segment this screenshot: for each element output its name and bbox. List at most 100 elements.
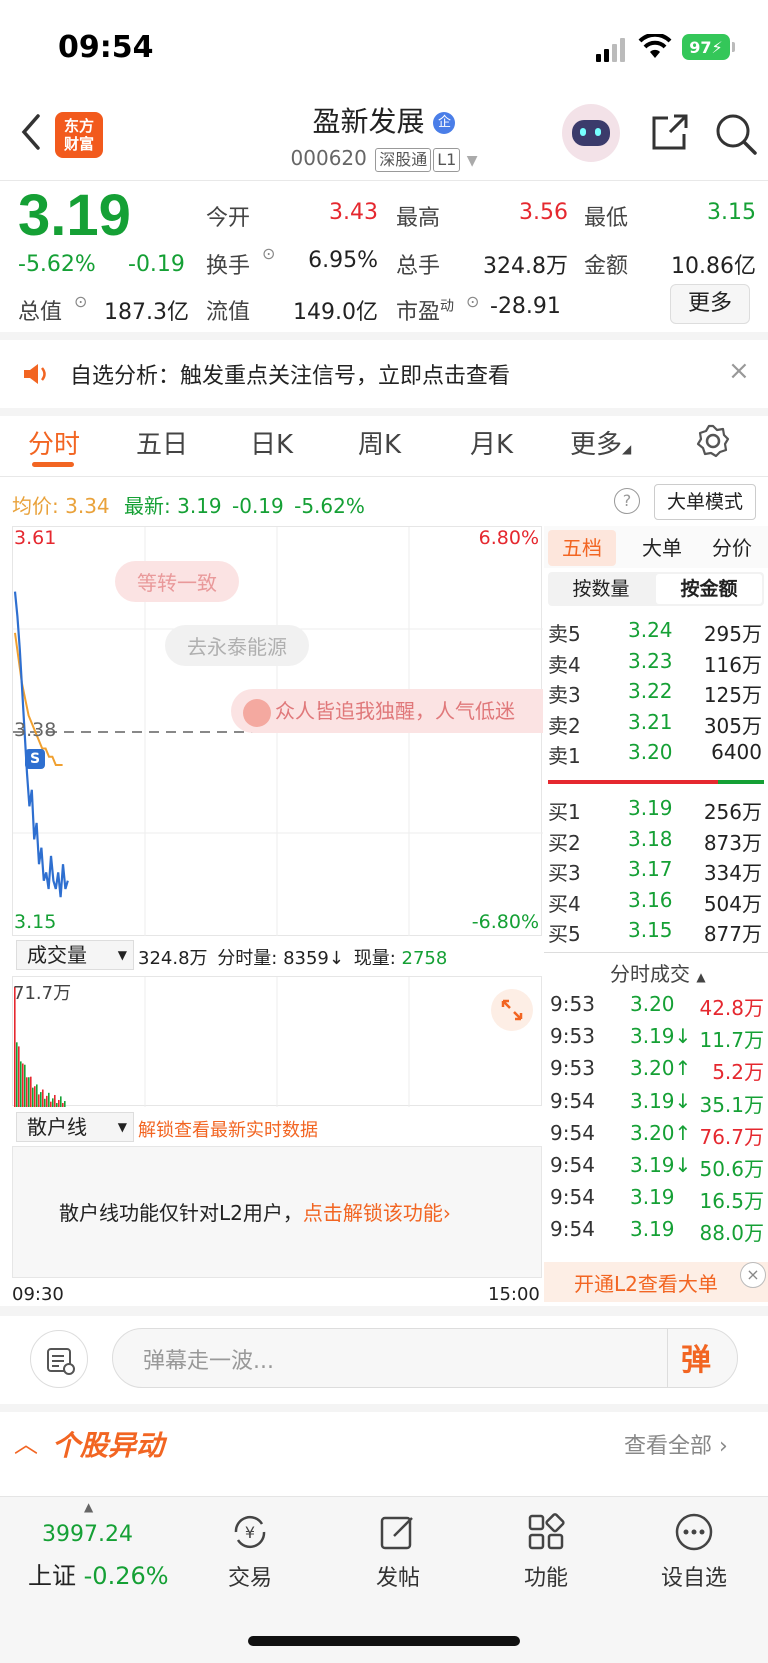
unlock-feature-link[interactable]: 点击解锁该功能 xyxy=(303,1201,443,1225)
send-danmaku-button[interactable]: 弹 xyxy=(681,1335,729,1381)
danmaku-list-icon[interactable] xyxy=(30,1330,88,1388)
ask-row[interactable]: 卖3 3.22 125万 xyxy=(544,679,768,711)
tick-amount: 5.2万 xyxy=(712,1060,764,1085)
volume-bar xyxy=(32,1087,34,1107)
bid-row[interactable]: 买5 3.15 877万 xyxy=(544,918,768,950)
bid-level-label: 买1 xyxy=(548,800,581,824)
tab-more[interactable]: 更多◢ xyxy=(570,424,631,461)
tab-daily-k[interactable]: 日K xyxy=(250,424,293,461)
current-price: 3.19 xyxy=(18,183,131,248)
bid-row[interactable]: 买2 3.18 873万 xyxy=(544,827,768,859)
index-ticker[interactable]: 上证 -0.26% xyxy=(28,1556,169,1591)
turnover-label: 换手 xyxy=(206,254,251,279)
nav-add-watchlist[interactable]: 设自选 xyxy=(644,1510,744,1592)
nav-post[interactable]: 发帖 xyxy=(348,1510,448,1592)
bid-row[interactable]: 买1 3.19 256万 xyxy=(544,796,768,828)
tick-time: 9:53 xyxy=(550,1056,595,1081)
danmaku-bubble[interactable]: 众人皆追我独醒，人气低迷 xyxy=(231,689,543,733)
expand-icon[interactable] xyxy=(491,989,533,1031)
danmaku-input[interactable]: 弹幕走一波... 弹 xyxy=(112,1328,738,1388)
pe-label: 市盈动 xyxy=(396,294,454,326)
tab-price-distribution[interactable]: 分价 xyxy=(700,530,764,566)
help-icon[interactable]: ? xyxy=(614,488,640,514)
volume-bar xyxy=(16,1042,18,1107)
nav-functions[interactable]: 功能 xyxy=(496,1510,596,1592)
caret-icon: ◢ xyxy=(622,442,632,456)
ask-price: 3.23 xyxy=(628,648,673,673)
ask-row[interactable]: 卖5 3.24 295万 xyxy=(544,618,768,650)
volume-bar xyxy=(24,1064,26,1107)
subtab-by-quantity[interactable]: 按数量 xyxy=(548,572,654,606)
nav-trade[interactable]: ¥ 交易 xyxy=(200,1510,300,1592)
tick-amount: 88.0万 xyxy=(699,1221,764,1246)
index-value[interactable]: 3997.24 xyxy=(42,1522,133,1547)
volume-now: 2758 xyxy=(401,948,448,969)
grid-icon xyxy=(528,1513,565,1550)
volume-label: 总手 xyxy=(396,254,441,279)
volume-total: 324.8万 xyxy=(138,948,208,969)
ticks-title[interactable]: 分时成交 ▲ xyxy=(610,958,706,987)
info-icon[interactable]: ⊙ xyxy=(74,292,87,311)
ask-amount: 305万 xyxy=(703,713,762,738)
notice-banner[interactable]: 自选分析：触发重点关注信号，立即点击查看 × xyxy=(0,340,768,408)
nav-add-watchlist-label: 设自选 xyxy=(660,1566,727,1591)
bid-row[interactable]: 买4 3.16 504万 xyxy=(544,888,768,920)
retail-msg-text: 散户线功能仅针对L2用户， xyxy=(59,1201,303,1225)
volume-value: 324.8万 xyxy=(483,254,568,279)
view-all-link[interactable]: 查看全部 › xyxy=(624,1428,728,1460)
danmaku-bubble[interactable]: 等转一致 xyxy=(115,561,239,602)
intraday-chart[interactable]: 3.61 3.15 6.80% -6.80% 3.38 等转一致 去永泰能源 众… xyxy=(12,526,543,937)
ask-row[interactable]: 卖2 3.21 305万 xyxy=(544,710,768,742)
low-value: 3.15 xyxy=(707,200,756,225)
gear-icon[interactable] xyxy=(696,424,730,458)
enterprise-badge: 企 xyxy=(433,112,456,134)
close-icon[interactable]: × xyxy=(728,356,750,386)
ai-assistant-icon[interactable] xyxy=(562,104,620,162)
danmaku-bubble[interactable]: 去永泰能源 xyxy=(165,625,309,666)
more-quote-button[interactable]: 更多 xyxy=(670,284,750,324)
search-icon[interactable] xyxy=(714,112,758,156)
battery-icon: 97 ⚡ xyxy=(682,34,735,60)
tick-price: 3.20↑ xyxy=(630,1120,692,1145)
tick-time: 9:54 xyxy=(550,1120,595,1145)
volume-bar xyxy=(34,1086,36,1107)
volume-chart-svg xyxy=(14,977,410,1107)
share-icon[interactable] xyxy=(648,112,690,154)
l2-upsell-banner[interactable]: 开通L2查看大单 × xyxy=(544,1262,768,1302)
cellular-signal-icon xyxy=(596,38,625,62)
order-book-panel: 五档 大单 分价 按数量 按金额 卖5 3.24 295万 卖4 3.23 116万 卖3 3… xyxy=(544,526,768,1302)
volume-max-label: 71.7万 xyxy=(13,983,72,1004)
ask-row[interactable]: 卖4 3.23 116万 xyxy=(544,649,768,681)
volume-bar xyxy=(36,1084,38,1107)
info-icon[interactable]: ⊙ xyxy=(466,292,479,311)
volume-chart[interactable]: 71.7万 xyxy=(12,976,542,1107)
tick-amount: 11.7万 xyxy=(699,1028,764,1053)
volume-selector[interactable]: 成交量 ▼ xyxy=(16,940,134,970)
subtab-by-amount[interactable]: 按金额 xyxy=(656,574,762,604)
tab-intraday[interactable]: 分时 xyxy=(28,424,80,461)
tab-weekly-k[interactable]: 周K xyxy=(358,424,401,461)
ask-price: 3.24 xyxy=(628,618,673,642)
tick-price: 3.20↑ xyxy=(630,1056,692,1081)
bid-row[interactable]: 买3 3.17 334万 xyxy=(544,857,768,889)
price-info-bar: 均价: 3.34 最新: 3.19 -0.19 -5.62% xyxy=(12,490,365,519)
ask-row[interactable]: 卖1 3.20 6400 xyxy=(544,740,768,772)
sell-marker-icon[interactable]: S xyxy=(25,749,45,769)
big-order-mode-button[interactable]: 大单模式 xyxy=(654,484,756,520)
tick-amount: 42.8万 xyxy=(699,996,764,1020)
avg-value: 3.34 xyxy=(65,494,110,518)
nav-post-label: 发帖 xyxy=(375,1566,420,1591)
retail-line-selector[interactable]: 散户线 ▼ xyxy=(16,1112,134,1142)
collapse-icon[interactable]: ︿ xyxy=(14,1424,38,1459)
status-time: 09:54 xyxy=(58,30,154,65)
market-cap: 187.3亿 xyxy=(104,300,189,325)
info-icon[interactable]: ⊙ xyxy=(262,244,275,263)
retail-unlock-text[interactable]: 解锁查看最新实时数据 xyxy=(138,1116,318,1142)
tab-big-orders[interactable]: 大单 xyxy=(632,530,692,566)
volume-selector-label: 成交量 xyxy=(27,943,87,967)
index-name: 上证 xyxy=(28,1562,76,1590)
tab-monthly-k[interactable]: 月K xyxy=(470,424,513,461)
tab-five-levels[interactable]: 五档 xyxy=(548,530,616,566)
tab-five-day[interactable]: 五日 xyxy=(136,424,188,461)
close-icon[interactable]: × xyxy=(740,1262,766,1288)
